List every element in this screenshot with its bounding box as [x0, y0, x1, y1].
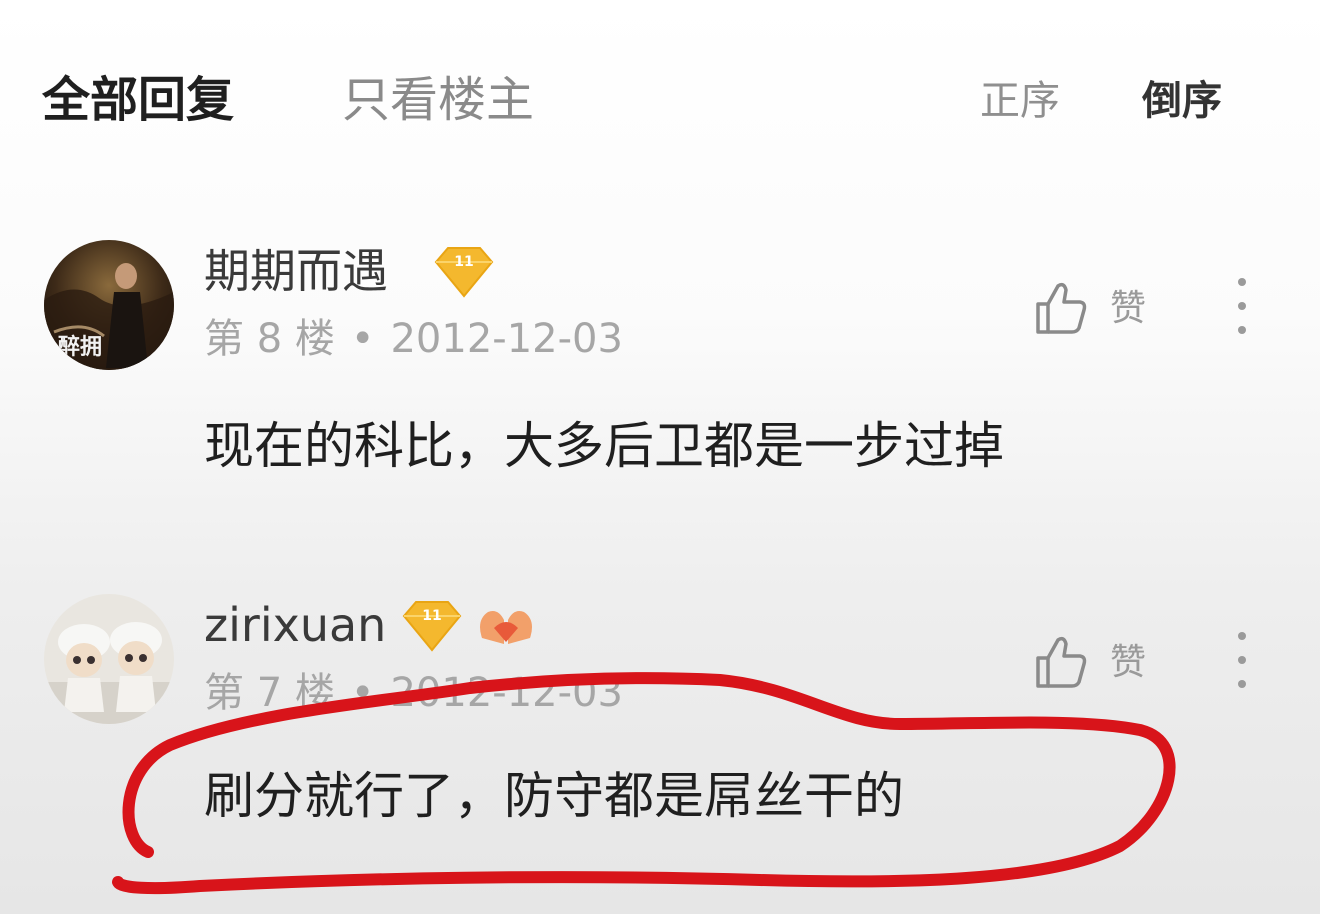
username[interactable]: 期期而遇 [204, 242, 388, 300]
sort-descending-button[interactable]: 倒序 [1142, 76, 1222, 126]
tab-all-replies[interactable]: 全部回复 [42, 70, 234, 130]
avatar-image: 醉拥 [44, 240, 174, 370]
avatar[interactable]: 醉拥 [44, 240, 174, 370]
like-label: 赞 [1110, 642, 1147, 683]
level-badge-icon: 11 [434, 247, 494, 298]
level-badge-icon: 11 [402, 601, 462, 652]
reply-tab-bar: 全部回复 只看楼主 正序 倒序 [0, 0, 1320, 200]
comment-item: 醉拥 期期而遇 11 第 8 楼 • 2012-12-03 赞 现在的科比，大多后卫… [0, 238, 1320, 498]
post-date: 2012-12-03 [390, 316, 623, 362]
thumbs-up-icon [1036, 282, 1087, 334]
meta-separator: • [350, 316, 375, 362]
tab-op-only[interactable]: 只看楼主 [342, 70, 534, 130]
meta-separator: • [350, 670, 375, 716]
heart-hands-badge-icon [480, 611, 532, 644]
more-options-icon[interactable] [1222, 628, 1262, 692]
username[interactable]: zirixuan [204, 596, 386, 654]
floor-number: 第 7 楼 [204, 670, 335, 716]
svg-text:11: 11 [454, 254, 473, 270]
thumbs-up-icon [1036, 636, 1087, 688]
comment-text: 刷分就行了，防守都是屌丝干的 [204, 767, 904, 825]
comment-meta: 第 7 楼 • 2012-12-03 [204, 668, 623, 718]
like-button[interactable]: 赞 [1034, 634, 1174, 694]
comment-item: zirixuan 11 第 7 楼 • 2012-12-03 赞 刷分就行了，防守都… [0, 592, 1320, 892]
avatar-image [44, 594, 174, 724]
svg-text:11: 11 [422, 608, 441, 624]
like-label: 赞 [1110, 288, 1147, 329]
comment-meta: 第 8 楼 • 2012-12-03 [204, 314, 623, 364]
more-options-icon[interactable] [1222, 274, 1262, 338]
comment-text: 现在的科比，大多后卫都是一步过掉 [204, 417, 1004, 475]
post-date: 2012-12-03 [390, 670, 623, 716]
avatar-caption: 醉拥 [58, 334, 102, 360]
sort-ascending-button[interactable]: 正序 [980, 76, 1060, 126]
like-button[interactable]: 赞 [1034, 280, 1174, 340]
avatar[interactable] [44, 594, 174, 724]
floor-number: 第 8 楼 [204, 316, 335, 362]
